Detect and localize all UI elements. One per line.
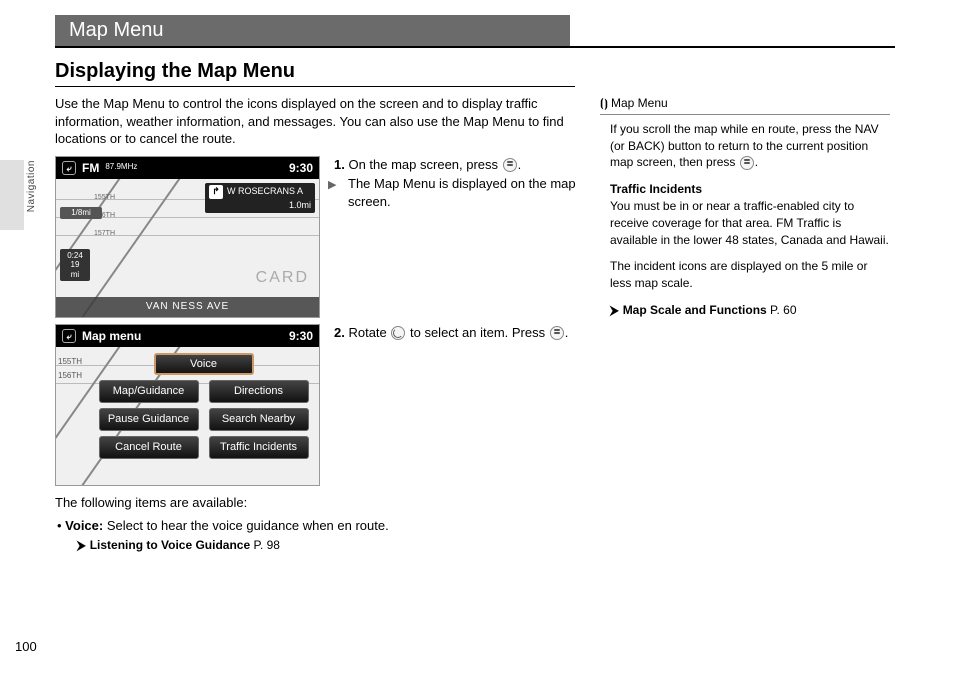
screenshot-1: ⤶ FM 87.9MHz 9:30 155TH 156TH 157TH	[55, 156, 320, 318]
menu-traffic-incidents-button[interactable]: Traffic Incidents	[209, 436, 309, 459]
xref-arrow-icon: ⮞	[77, 538, 86, 552]
menu-map-guidance-button[interactable]: Map/Guidance	[99, 380, 199, 403]
sidebar-mark-icon: ⦗⦘	[600, 95, 608, 112]
card-watermark: CARD	[256, 267, 309, 289]
scale-box: 1/8mi	[60, 207, 102, 220]
menu-search-nearby-button[interactable]: Search Nearby	[209, 408, 309, 431]
turn-panel: ↱W ROSECRANS A 1.0mi	[205, 183, 315, 213]
press-icon	[503, 158, 517, 172]
back-icon: ⤶	[62, 329, 76, 343]
main-column: Use the Map Menu to control the icons di…	[55, 95, 580, 553]
menu-pause-guidance-button[interactable]: Pause Guidance	[99, 408, 199, 431]
sidebar-xref: ⮞Map Scale and Functions P. 60	[600, 302, 890, 319]
street-label: 157TH	[94, 229, 115, 238]
back-icon: ⤶	[62, 161, 76, 175]
step-2-row: ⤶ Map menu 9:30 155TH 156TH Voice	[55, 324, 580, 486]
shot1-fm: FM	[82, 160, 99, 176]
sidebar-p3: The incident icons are displayed on the …	[600, 258, 890, 292]
sidebar-traffic: Traffic Incidents You must be in or near…	[600, 181, 890, 248]
menu-voice-button[interactable]: Voice	[154, 353, 254, 376]
sidebar-column: ⦗⦘Map Menu If you scroll the map while e…	[600, 95, 890, 329]
chapter-rule	[55, 46, 895, 48]
step-1-text: 1. On the map screen, press . ▶The Map M…	[320, 156, 580, 211]
shot1-freq: 87.9MHz	[105, 162, 137, 173]
sidebar-p1: If you scroll the map while en route, pr…	[600, 121, 890, 171]
xref-voice-guidance: ⮞Listening to Voice Guidance P. 98	[55, 537, 580, 553]
chapter-title: Map Menu	[55, 15, 570, 47]
map-menu-buttons: Voice Map/Guidance Directions Pause Guid…	[96, 353, 311, 459]
shot1-clock: 9:30	[289, 160, 313, 176]
shot2-clock: 9:30	[289, 328, 313, 344]
following-items-head: The following items are available:	[55, 494, 580, 512]
turn-arrow-icon: ↱	[209, 185, 223, 199]
side-tab	[0, 160, 24, 230]
step-2-text: 2. Rotate to select an item. Press .	[320, 324, 580, 342]
intro-text: Use the Map Menu to control the icons di…	[55, 95, 580, 148]
section-heading: Displaying the Map Menu	[55, 60, 575, 87]
sidebar-title: ⦗⦘Map Menu	[600, 95, 890, 115]
page-number: 100	[15, 639, 37, 654]
menu-directions-button[interactable]: Directions	[209, 380, 309, 403]
street-label: 155TH	[94, 193, 115, 202]
press-icon	[550, 326, 564, 340]
shot2-title: Map menu	[82, 328, 141, 344]
shot1-street-footer: VAN NESS AVE	[56, 297, 319, 317]
side-section-label: Navigation	[26, 160, 44, 212]
xref-arrow-icon: ⮞	[610, 303, 619, 317]
triangle-icon: ▶	[338, 178, 348, 193]
menu-cancel-route-button[interactable]: Cancel Route	[99, 436, 199, 459]
bullet-voice: • Voice: Select to hear the voice guidan…	[55, 517, 580, 535]
rotate-icon	[391, 326, 405, 340]
press-icon	[740, 156, 754, 170]
screenshot-2: ⤶ Map menu 9:30 155TH 156TH Voice	[55, 324, 320, 486]
trip-info-box: 0:24 19 mi	[60, 249, 90, 282]
step-1-row: ⤶ FM 87.9MHz 9:30 155TH 156TH 157TH	[55, 156, 580, 318]
